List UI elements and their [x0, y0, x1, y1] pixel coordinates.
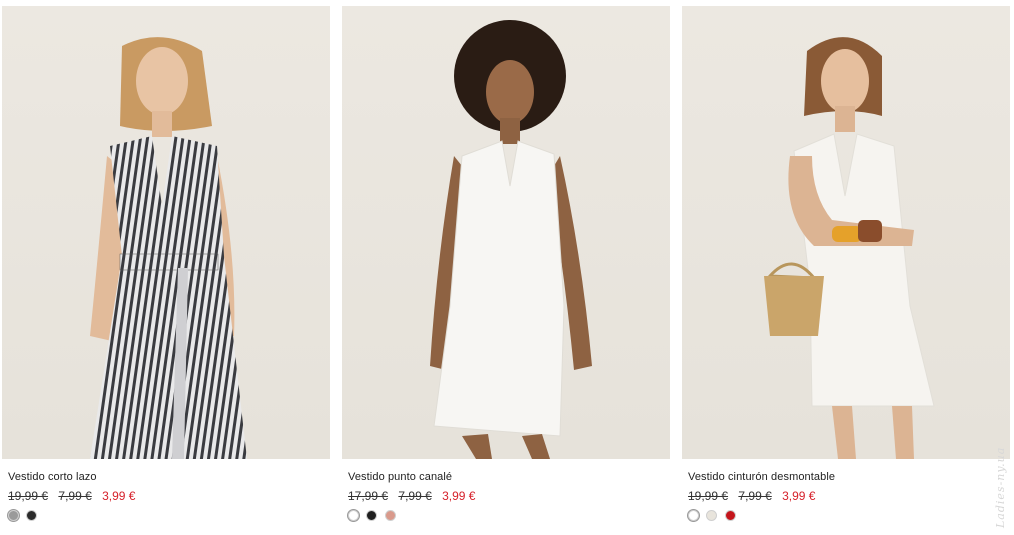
- product-prices: 17,99 € 7,99 € 3,99 €: [348, 489, 670, 503]
- product-image[interactable]: [2, 6, 330, 459]
- sale-price: 3,99 €: [442, 489, 476, 503]
- original-price: 17,99 €: [348, 489, 389, 503]
- product-image[interactable]: [682, 6, 1010, 459]
- color-swatch-grey[interactable]: [8, 510, 19, 521]
- product-image[interactable]: [342, 6, 670, 459]
- original-price: 19,99 €: [688, 489, 729, 503]
- product-card[interactable]: Vestido cinturón desmontable 19,99 € 7,9…: [682, 6, 1010, 522]
- model-white-rib-dress-illustration: [430, 20, 592, 459]
- product-prices: 19,99 € 7,99 € 3,99 €: [688, 489, 1010, 503]
- watermark: Ladies-ny.ua: [994, 446, 1007, 528]
- color-swatch-black[interactable]: [26, 510, 38, 521]
- color-swatch-white[interactable]: [688, 510, 699, 521]
- color-swatch-pink[interactable]: [384, 510, 396, 521]
- color-swatch-white[interactable]: [348, 510, 359, 521]
- previous-price: 7,99 €: [58, 489, 92, 503]
- product-card[interactable]: Vestido corto lazo 19,99 € 7,99 € 3,99 €: [2, 6, 330, 522]
- product-name[interactable]: Vestido punto canalé: [348, 471, 670, 483]
- model-striped-dress-illustration: [90, 37, 247, 459]
- color-swatch-black[interactable]: [366, 510, 378, 521]
- color-swatch-beige[interactable]: [706, 510, 718, 521]
- model-white-belted-dress-illustration: [764, 37, 935, 459]
- color-swatches: [348, 510, 670, 522]
- product-prices: 19,99 € 7,99 € 3,99 €: [8, 489, 330, 503]
- original-price: 19,99 €: [8, 489, 49, 503]
- product-name[interactable]: Vestido cinturón desmontable: [688, 471, 1010, 483]
- previous-price: 7,99 €: [738, 489, 772, 503]
- color-swatches: [8, 510, 330, 522]
- color-swatches: [688, 510, 1010, 522]
- product-card[interactable]: Vestido punto canalé 17,99 € 7,99 € 3,99…: [342, 6, 670, 522]
- previous-price: 7,99 €: [398, 489, 432, 503]
- product-name[interactable]: Vestido corto lazo: [8, 471, 330, 483]
- product-grid: Vestido corto lazo 19,99 € 7,99 € 3,99 €: [0, 0, 1014, 535]
- sale-price: 3,99 €: [102, 489, 136, 503]
- color-swatch-red[interactable]: [724, 510, 736, 521]
- sale-price: 3,99 €: [782, 489, 816, 503]
